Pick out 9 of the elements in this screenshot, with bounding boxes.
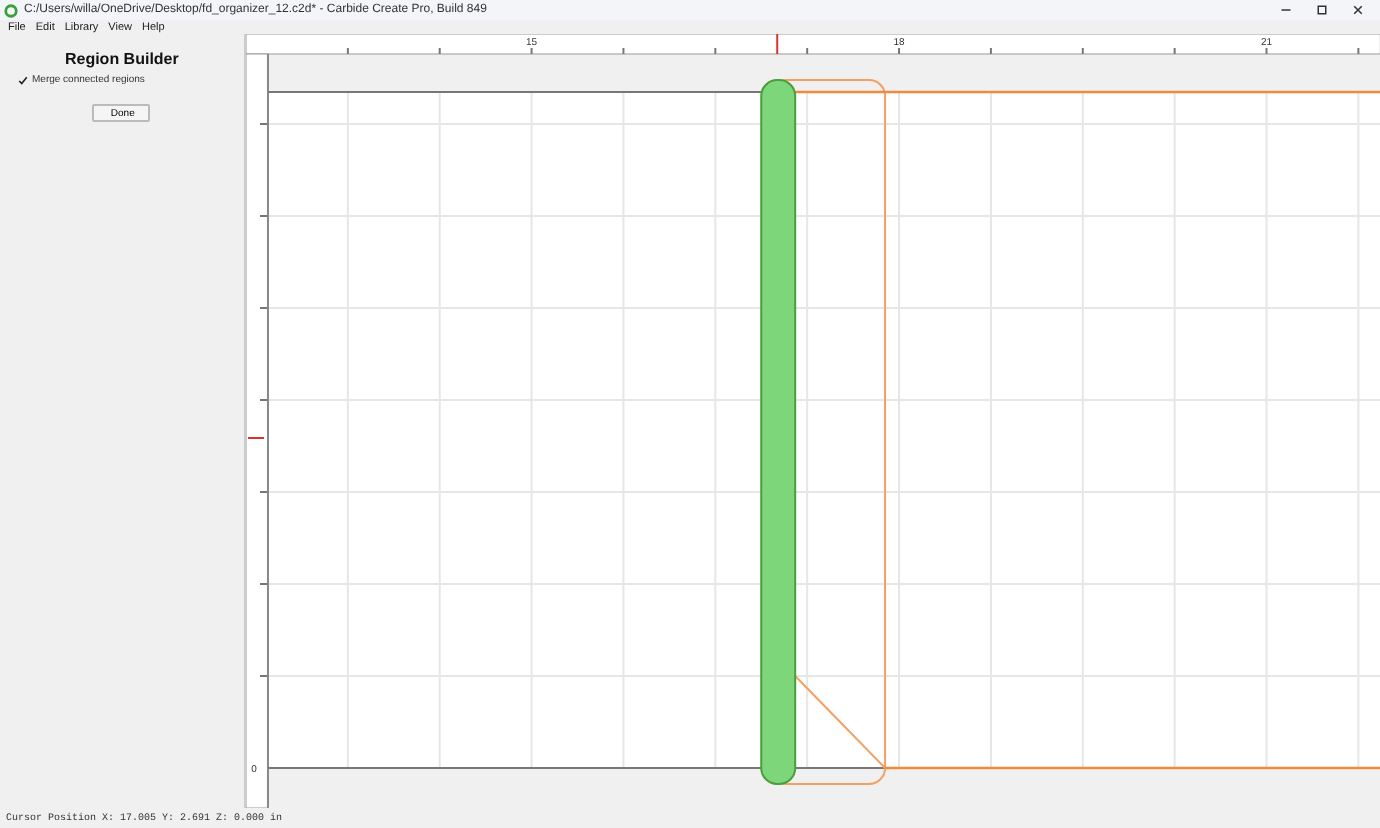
cursor-marker <box>775 34 778 55</box>
minimize-icon[interactable] <box>1280 4 1292 16</box>
maximize-icon[interactable] <box>1316 4 1328 16</box>
close-icon[interactable] <box>1352 4 1364 16</box>
checkbox[interactable] <box>18 75 28 85</box>
app-icon <box>4 3 18 17</box>
panel-title: Region Builder <box>64 50 179 68</box>
cursor-marker <box>246 437 265 439</box>
selected-region[interactable] <box>759 79 796 785</box>
